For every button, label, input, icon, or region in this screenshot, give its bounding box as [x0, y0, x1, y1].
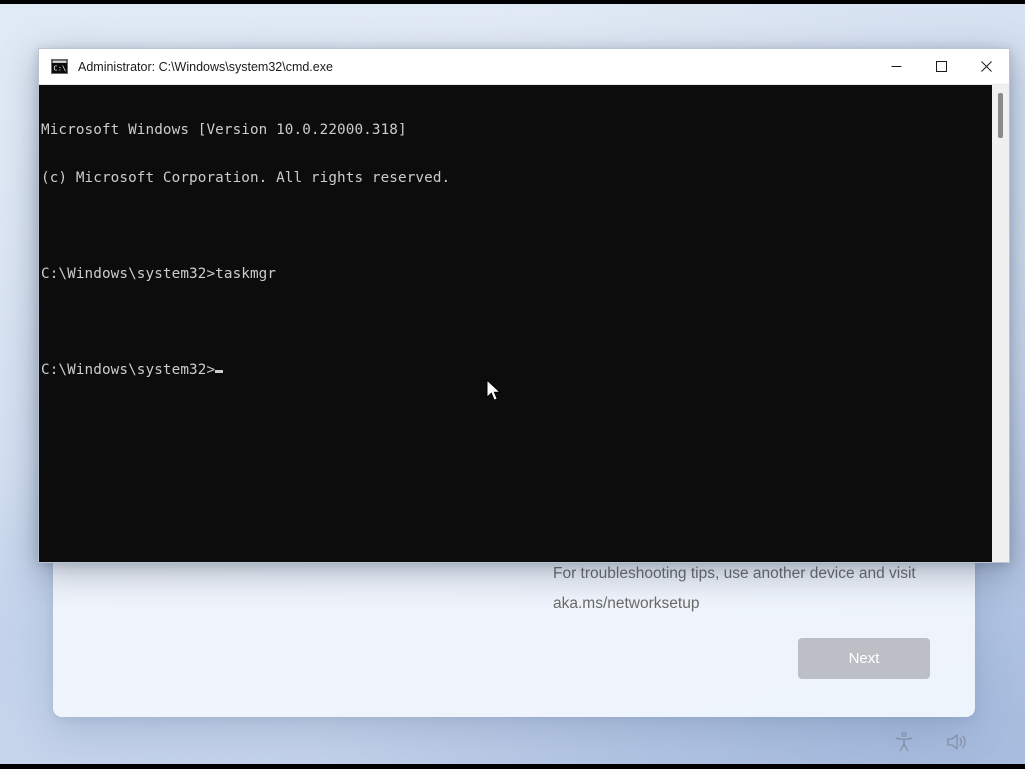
- console-line: C:\Windows\system32>taskmgr: [41, 266, 992, 282]
- next-button[interactable]: Next: [798, 638, 930, 679]
- screen-top-letterbox: [0, 0, 1025, 4]
- screen-root: For troubleshooting tips, use another de…: [0, 0, 1025, 769]
- console-line: Microsoft Windows [Version 10.0.22000.31…: [41, 122, 992, 138]
- console-prompt-text: C:\Windows\system32>: [41, 362, 215, 378]
- screen-bottom-letterbox: [0, 764, 1025, 769]
- window-controls: [874, 49, 1009, 84]
- console-scrollbar-thumb[interactable]: [998, 93, 1003, 138]
- oobe-help-text: For troubleshooting tips, use another de…: [553, 559, 953, 619]
- cmd-window[interactable]: C:\ Administrator: C:\Windows\system32\c…: [38, 48, 1010, 563]
- cmd-icon: C:\: [51, 59, 68, 74]
- svg-text:C:\: C:\: [53, 63, 66, 72]
- minimize-button[interactable]: [874, 49, 919, 84]
- console-line: (c) Microsoft Corporation. All rights re…: [41, 170, 992, 186]
- oobe-corner-icons: [893, 731, 969, 753]
- cmd-body[interactable]: Microsoft Windows [Version 10.0.22000.31…: [39, 85, 1009, 562]
- maximize-button[interactable]: [919, 49, 964, 84]
- cmd-output[interactable]: Microsoft Windows [Version 10.0.22000.31…: [39, 85, 992, 562]
- accessibility-icon[interactable]: [893, 731, 915, 753]
- console-line: [41, 218, 992, 234]
- cmd-title-text: Administrator: C:\Windows\system32\cmd.e…: [78, 60, 874, 74]
- console-caret: [215, 370, 223, 373]
- console-line: [41, 314, 992, 330]
- cmd-titlebar[interactable]: C:\ Administrator: C:\Windows\system32\c…: [39, 49, 1009, 85]
- console-prompt-line: C:\Windows\system32>: [41, 362, 992, 378]
- speaker-icon[interactable]: [945, 731, 969, 753]
- console-scrollbar[interactable]: [992, 85, 1009, 562]
- close-button[interactable]: [964, 49, 1009, 84]
